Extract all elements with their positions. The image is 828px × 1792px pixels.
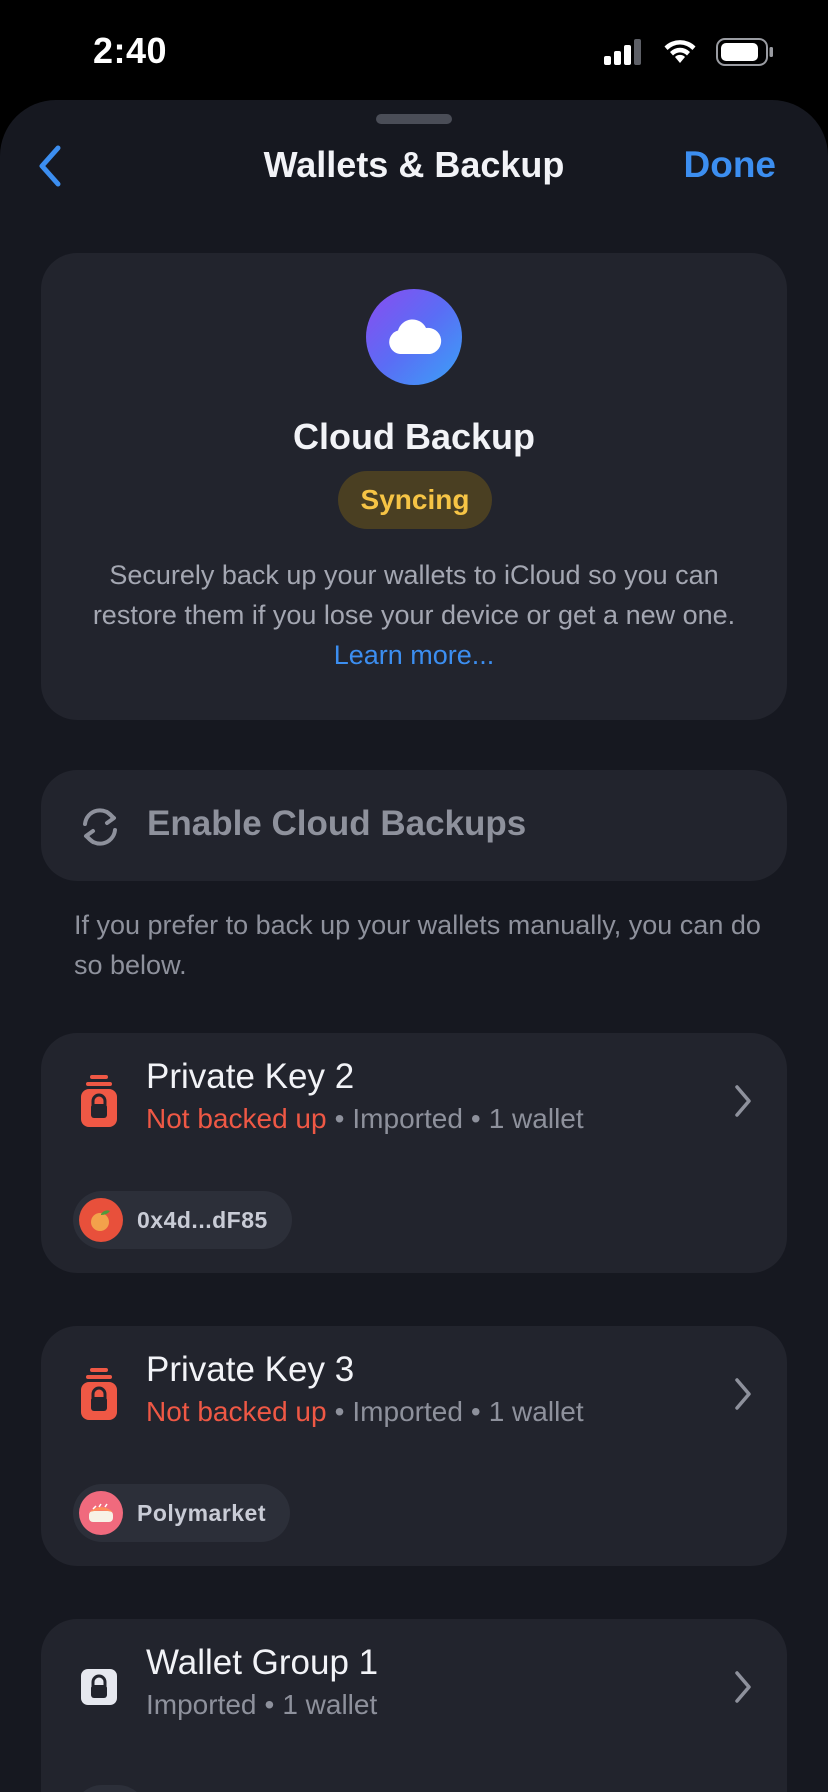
wallet-chip[interactable]: Polymarket	[73, 1484, 291, 1542]
cloud-icon	[389, 319, 442, 354]
wallet-group-private-key-2[interactable]: Private Key 2 Not backed up • Imported • 1 w…	[41, 1033, 787, 1273]
wallet-group-title: Private Key 2	[146, 1057, 355, 1096]
enable-cloud-backups-label: Enable Cloud Backups	[147, 804, 527, 843]
wallet-chip[interactable]	[73, 1785, 147, 1792]
sushi-emoji-icon	[89, 1503, 113, 1522]
lock-stack-icon	[81, 1075, 117, 1127]
sync-arrows-icon	[83, 808, 117, 846]
cloud-backup-description: Securely back up your wallets to iCloud …	[91, 555, 737, 675]
cloud-icon-badge	[366, 289, 462, 385]
backup-status: Not backed up	[146, 1396, 327, 1427]
lock-stack-icon	[81, 1368, 117, 1420]
cellular-signal-icon	[604, 39, 641, 65]
wallet-count: 1 wallet	[488, 1103, 584, 1134]
wallet-address: 0x4d...dF85	[137, 1206, 268, 1233]
wallet-group-1[interactable]: Wallet Group 1 Imported • 1 wallet	[41, 1619, 787, 1792]
learn-more-link[interactable]: Learn more...	[334, 640, 495, 670]
status-time: 2:40	[93, 30, 168, 71]
wallet-type: Imported	[146, 1689, 257, 1720]
peach-emoji-icon	[91, 1210, 110, 1231]
manual-backup-note: If you prefer to back up your wallets ma…	[74, 910, 761, 980]
wallet-type: Imported	[352, 1103, 463, 1134]
wallet-group-subtitle: Not backed up • Imported • 1 wallet	[146, 1396, 584, 1427]
status-icons	[604, 38, 774, 66]
battery-icon	[716, 38, 773, 66]
wifi-icon	[664, 40, 696, 63]
wallet-group-subtitle: Not backed up • Imported • 1 wallet	[146, 1103, 584, 1134]
wallet-count: 1 wallet	[488, 1396, 584, 1427]
wallet-chip[interactable]: 0x4d...dF85	[73, 1191, 292, 1249]
cloud-backup-title: Cloud Backup	[292, 416, 535, 457]
cloud-backup-card: Cloud Backup Syncing Securely back up yo…	[41, 253, 787, 720]
wallet-name: Polymarket	[137, 1499, 267, 1526]
wallet-avatar	[79, 1491, 123, 1535]
done-button[interactable]: Done	[684, 144, 777, 186]
enable-cloud-backups-button[interactable]: Enable Cloud Backups	[41, 770, 787, 881]
lock-icon	[81, 1669, 117, 1705]
chevron-right-icon	[735, 1085, 751, 1117]
wallet-group-subtitle: Imported • 1 wallet	[146, 1689, 378, 1720]
wallet-group-title: Private Key 3	[146, 1350, 355, 1389]
wallet-avatar	[79, 1198, 123, 1242]
status-bar: 2:40	[0, 0, 828, 100]
wallet-group-title: Wallet Group 1	[146, 1643, 379, 1682]
wallets-backup-sheet: Wallets & Backup Done Cloud Backup Synci…	[0, 100, 828, 1792]
wallet-count: 1 wallet	[282, 1689, 378, 1720]
back-chevron-icon[interactable]	[36, 142, 66, 190]
sheet-grabber[interactable]	[376, 114, 452, 124]
wallet-group-private-key-3[interactable]: Private Key 3 Not backed up • Imported • 1 w…	[41, 1326, 787, 1566]
wallet-type: Imported	[352, 1396, 463, 1427]
syncing-badge: Syncing	[338, 471, 492, 529]
chevron-right-icon	[735, 1378, 751, 1410]
chevron-right-icon	[735, 1671, 751, 1703]
description-text: Securely back up your wallets to iCloud …	[92, 560, 736, 630]
backup-status: Not backed up	[146, 1103, 327, 1134]
